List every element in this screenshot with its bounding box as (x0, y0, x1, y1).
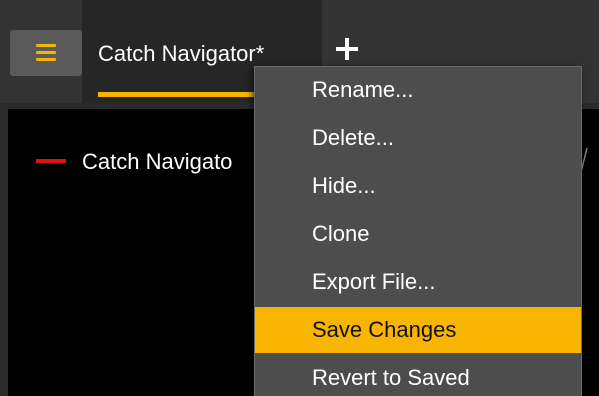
menu-item-revert-to-saved[interactable]: Revert to Saved (255, 355, 581, 396)
legend-label: Catch Navigato (82, 149, 233, 174)
hamburger-icon-bottom-bar (36, 58, 56, 61)
hamburger-icon (36, 44, 56, 47)
menu-item-export-file[interactable]: Export File... (255, 259, 581, 305)
menu-item-save-changes[interactable]: Save Changes (255, 307, 581, 353)
plus-icon[interactable] (334, 36, 360, 62)
menu-item-delete[interactable]: Delete... (255, 115, 581, 161)
hamburger-menu-button[interactable] (10, 30, 82, 76)
tab-label: Catch Navigator* (98, 41, 265, 66)
hamburger-icon-middle-bar (36, 51, 56, 54)
tab-context-menu: Rename... Delete... Hide... Clone Export… (254, 66, 582, 396)
menu-item-clone[interactable]: Clone (255, 211, 581, 257)
app-window: Catch Navigator* Catch Navigato Rename..… (0, 0, 599, 396)
legend-swatch (36, 159, 66, 163)
menu-item-hide[interactable]: Hide... (255, 163, 581, 209)
menu-item-rename[interactable]: Rename... (255, 67, 581, 113)
active-tab-indicator (98, 92, 256, 97)
